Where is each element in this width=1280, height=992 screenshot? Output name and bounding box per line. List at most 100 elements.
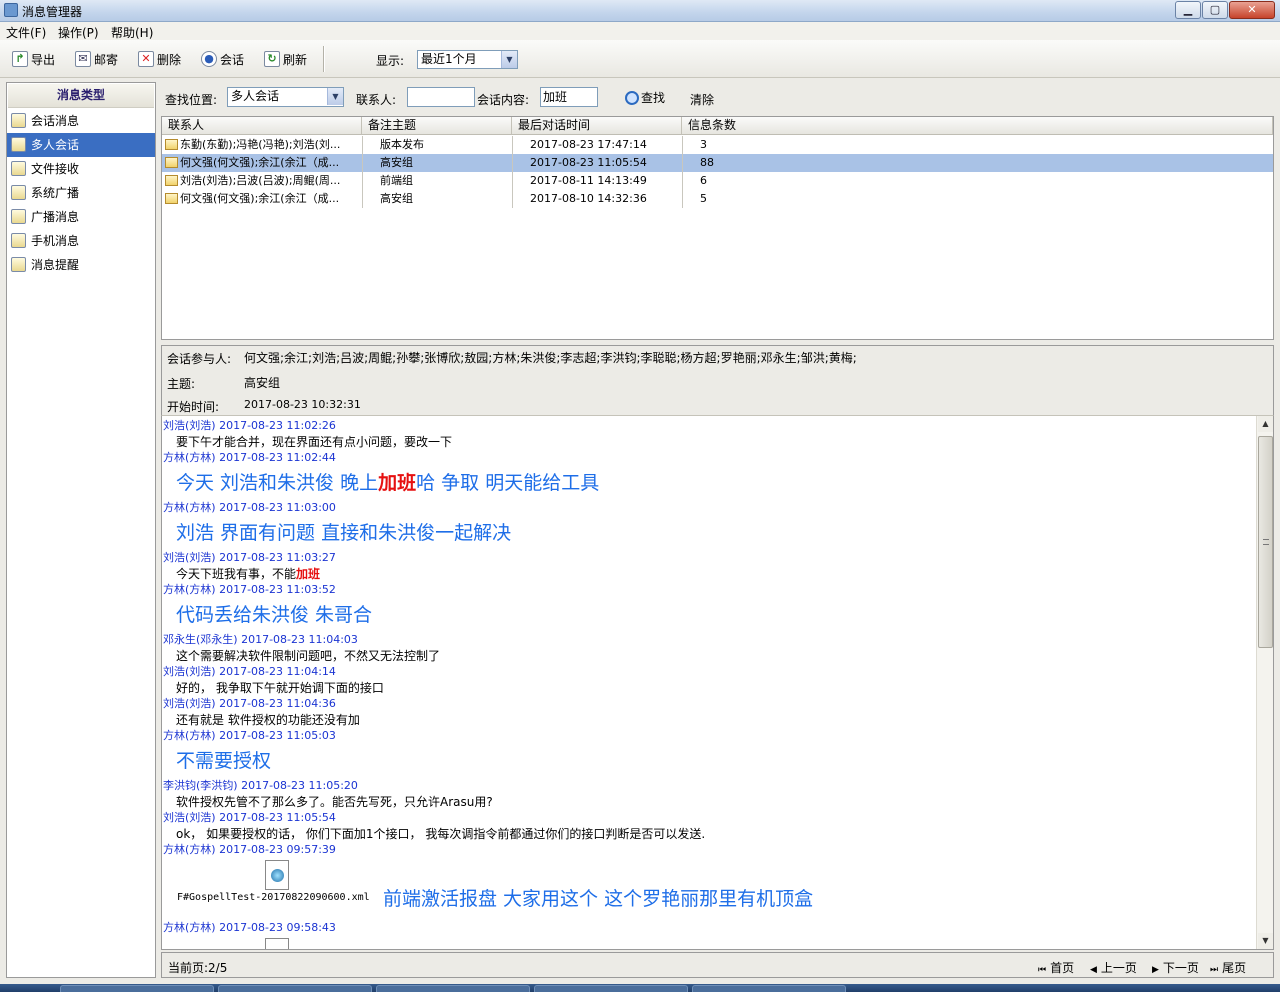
nav-item-session-messages[interactable]: 会话消息 (7, 109, 155, 133)
nav-item-broadcast-messages[interactable]: 广播消息 (7, 205, 155, 229)
contact-input[interactable] (407, 87, 475, 107)
prev-page-button[interactable]: ◀ 上一页 (1090, 959, 1137, 976)
message-header: 方林(方林) 2017-08-23 11:03:52 (163, 583, 336, 596)
minimize-button[interactable]: ▁ (1175, 1, 1201, 19)
message-body: 要下午才能合并，现在界面还有点小问题，要改一下 (176, 435, 453, 449)
menu-help[interactable]: 帮助(H) (111, 24, 153, 41)
envelope-icon (165, 157, 178, 168)
taskbar-button[interactable] (218, 985, 372, 992)
column-divider (362, 136, 363, 154)
prev-page-label: 上一页 (1100, 961, 1137, 975)
content-input[interactable]: 加班 (540, 87, 598, 107)
envelope-icon (165, 175, 178, 186)
find-button[interactable]: 查找 (625, 89, 665, 106)
last-page-icon: ⏭ (1210, 965, 1219, 975)
table-row-selected[interactable]: 何文强(何文强);余江(余江（成... 高安组 2017-08-23 11:05… (162, 154, 1273, 172)
envelope-icon (165, 139, 178, 150)
row-contact: 何文强(何文强);余江(余江（成... (180, 156, 340, 169)
column-divider (362, 154, 363, 172)
scroll-down-icon[interactable]: ▼ (1258, 933, 1273, 949)
taskbar-button[interactable] (692, 985, 846, 992)
message-body: 好的， 我争取下午就开始调下面的接口 (176, 681, 384, 695)
column-divider (682, 154, 683, 172)
delete-icon: ✕ (138, 51, 154, 67)
attachment-filename[interactable]: F#GospellTest-20170822090600.xml (177, 892, 370, 903)
column-header-topic[interactable]: 备注主题 (362, 117, 512, 135)
session-label: 会话 (220, 52, 245, 67)
show-label: 显示: (376, 54, 405, 68)
file-receive-icon (11, 161, 26, 176)
taskbar-button[interactable] (534, 985, 688, 992)
column-divider (362, 172, 363, 190)
xml-file-icon[interactable] (265, 938, 289, 949)
column-header-count[interactable]: 信息条数 (682, 117, 1273, 135)
mail-label: 邮寄 (94, 52, 119, 67)
first-page-label: 首页 (1050, 961, 1075, 975)
search-highlight: 加班 (378, 472, 417, 494)
session-info-panel: 会话参与人: 何文强;余江;刘浩;吕波;周鲲;孙攀;张博欣;敖园;方林;朱洪俊;… (161, 345, 1274, 415)
row-count: 88 (700, 156, 714, 169)
taskbar-button[interactable] (60, 985, 214, 992)
clear-button[interactable]: 清除 (690, 91, 714, 108)
show-period-select[interactable]: 最近1个月 ▼ (417, 50, 518, 69)
chevron-down-icon[interactable]: ▼ (327, 88, 343, 105)
nav-item-system-broadcast[interactable]: 系统广播 (7, 181, 155, 205)
message-text: 哈 争取 明天能给工具 (416, 472, 600, 494)
attachment (163, 936, 1256, 949)
mail-button[interactable]: ✉ 邮寄 (75, 48, 118, 70)
row-count: 6 (700, 174, 707, 187)
topic-label: 主题: (167, 377, 196, 391)
group-chat-icon (11, 137, 26, 152)
toolbar-separator (323, 46, 325, 72)
table-row[interactable]: 何文强(何文强);余江(余江（成... 高安组 2017-08-10 14:32… (162, 190, 1273, 208)
message-body: 还有就是 软件授权的功能还没有加 (176, 713, 360, 727)
close-button[interactable]: ✕ (1229, 1, 1275, 19)
participants-label: 会话参与人: (167, 352, 232, 366)
message-text: 今天下班我有事，不能 (176, 567, 297, 581)
refresh-button[interactable]: ↻ 刷新 (264, 48, 307, 70)
column-divider (362, 190, 363, 208)
chevron-down-icon[interactable]: ▼ (501, 51, 517, 68)
chat-bubble-icon: ● (201, 51, 217, 67)
maximize-button[interactable]: ▢ (1202, 1, 1228, 19)
scroll-up-icon[interactable]: ▲ (1258, 416, 1273, 432)
nav-item-mobile-messages[interactable]: 手机消息 (7, 229, 155, 253)
taskbar-button[interactable] (376, 985, 530, 992)
menu-file[interactable]: 文件(F) (6, 24, 46, 41)
scroll-thumb[interactable] (1258, 436, 1273, 648)
content-label: 会话内容: (477, 93, 530, 107)
delete-button[interactable]: ✕ 删除 (138, 48, 181, 70)
session-button[interactable]: ● 会话 (201, 48, 244, 70)
location-select[interactable]: 多人会话 ▼ (227, 87, 344, 107)
chat-history: 刘浩(刘浩) 2017-08-23 11:02:26 要下午才能合并，现在界面还有… (161, 415, 1274, 950)
nav-item-file-receive[interactable]: 文件接收 (7, 157, 155, 181)
message-text: 今天 刘浩和朱洪俊 晚上 (176, 472, 379, 494)
message-body: 这个需要解决软件限制问题吧，不然又无法控制了 (176, 649, 441, 663)
vertical-scrollbar[interactable]: ▲ ▼ (1256, 416, 1273, 949)
menu-operation[interactable]: 操作(P) (58, 24, 99, 41)
column-header-contact[interactable]: 联系人 (162, 117, 362, 135)
row-topic: 版本发布 (380, 138, 424, 151)
message-header: 李洪钧(李洪钧) 2017-08-23 11:05:20 (163, 779, 358, 792)
last-page-button[interactable]: ⏭ 尾页 (1210, 959, 1246, 976)
first-page-button[interactable]: ⏮ 首页 (1038, 959, 1074, 976)
table-row[interactable]: 刘浩(刘浩);吕波(吕波);周鲲(周... 前端组 2017-08-11 14:… (162, 172, 1273, 190)
menu-bar: 文件(F) 操作(P) 帮助(H) (0, 22, 1280, 40)
nav-item-label: 会话消息 (31, 114, 80, 128)
column-header-last-time[interactable]: 最后对话时间 (512, 117, 682, 135)
contact-label: 联系人: (356, 93, 397, 107)
column-divider (512, 136, 513, 154)
nav-item-group-chat[interactable]: 多人会话 (7, 133, 155, 157)
export-button[interactable]: ↱ 导出 (12, 48, 55, 70)
xml-file-icon[interactable] (265, 860, 289, 890)
nav-item-label: 系统广播 (31, 186, 80, 200)
nav-item-reminders[interactable]: 消息提醒 (7, 253, 155, 277)
next-page-button[interactable]: ▶ 下一页 (1152, 959, 1199, 976)
row-count: 5 (700, 192, 707, 205)
nav-item-label: 文件接收 (31, 162, 80, 176)
column-divider (512, 172, 513, 190)
find-label: 查找 (641, 91, 666, 105)
table-row[interactable]: 东勤(东勤);冯艳(冯艳);刘浩(刘... 版本发布 2017-08-23 17… (162, 136, 1273, 154)
nav-item-label: 消息提醒 (31, 258, 80, 272)
message-header: 刘浩(刘浩) 2017-08-23 11:02:26 (163, 419, 336, 432)
